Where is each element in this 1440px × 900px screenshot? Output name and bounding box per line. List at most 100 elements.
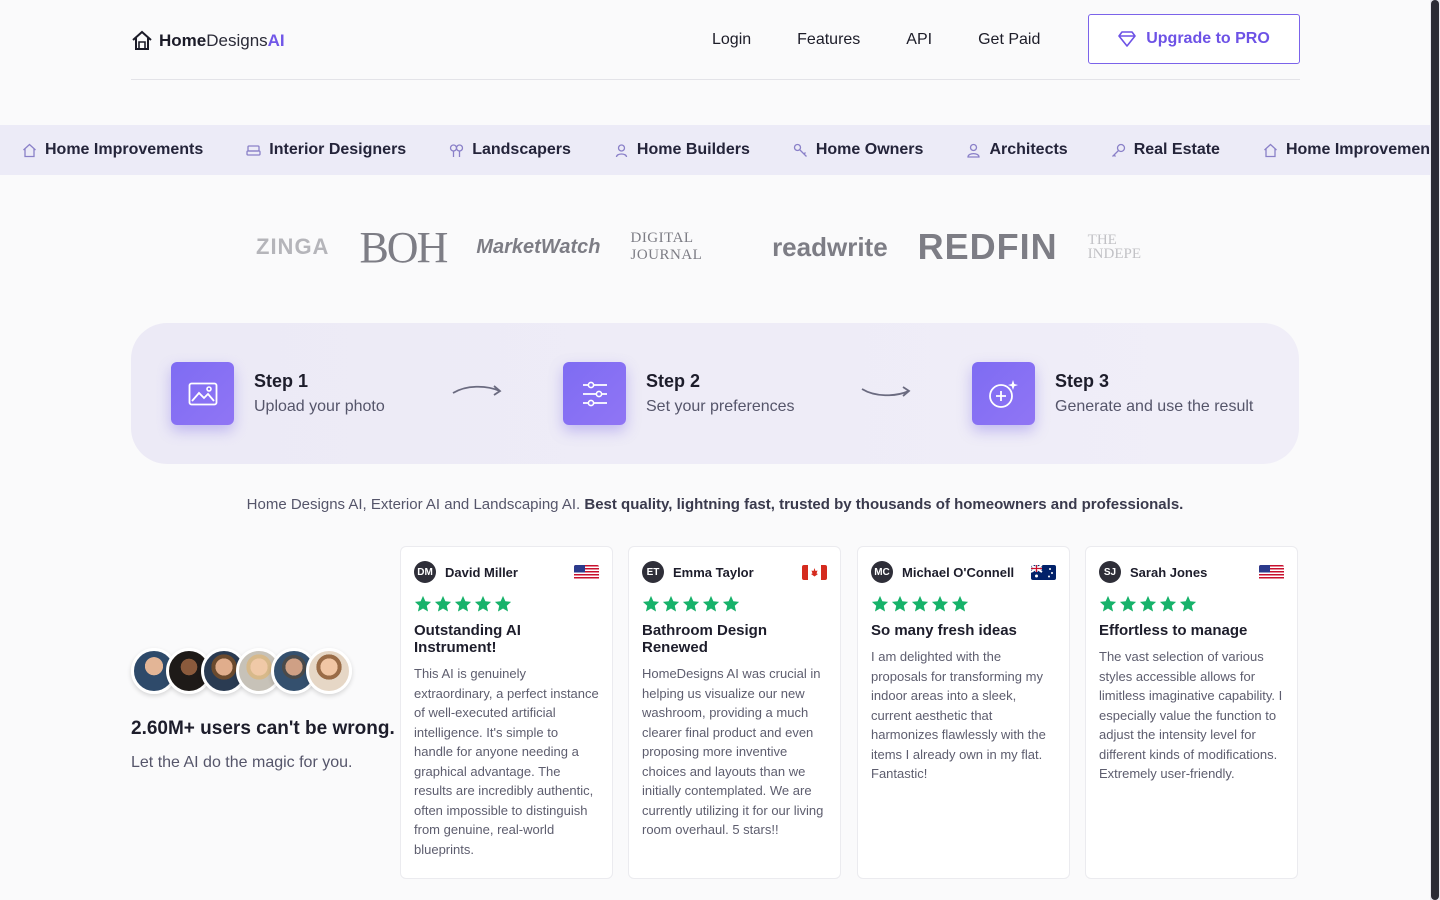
review-card: ET Emma Taylor Bathroom Design Renewed H… (628, 546, 841, 879)
nav-api[interactable]: API (906, 31, 932, 49)
nav-features[interactable]: Features (797, 31, 860, 49)
category-label: Home Owners (815, 141, 924, 158)
star-icon (494, 595, 512, 612)
step-title: Step 3 (1055, 371, 1110, 391)
star-icon (454, 595, 472, 612)
category-architects[interactable]: Architects (966, 141, 1068, 159)
reviewer-initials: ET (642, 561, 664, 583)
category-label: Real Estate (1133, 141, 1220, 158)
nav-login[interactable]: Login (712, 31, 751, 49)
star-icon (1099, 595, 1117, 612)
scrollbar-thumb[interactable] (1431, 0, 1439, 900)
step-text: Set your preferences (646, 398, 795, 415)
page-scrollbar[interactable] (1430, 0, 1440, 900)
category-label: Home Builders (636, 141, 750, 158)
review-title: Effortless to manage (1099, 622, 1248, 639)
reviewer-name: Sarah Jones (1130, 564, 1208, 580)
logo-home: Home (159, 31, 207, 50)
star-icon (662, 595, 680, 612)
review-card: DM David Miller Outstanding AI Instrumen… (400, 546, 613, 879)
star-icon (434, 595, 452, 612)
review-card: SJ Sarah Jones Effortless to manage The … (1085, 546, 1298, 879)
logo-designs: Designs (206, 31, 268, 50)
category-interior-designers[interactable]: Interior Designers (246, 141, 406, 159)
sliders-icon (563, 362, 626, 425)
category-home-improvements[interactable]: Home Improvements (22, 141, 203, 159)
star-icon (702, 595, 720, 612)
canada-flag-icon (802, 564, 827, 580)
diamond-icon (1118, 31, 1137, 47)
tagline-bold: Best quality, lightning fast, trusted by… (584, 496, 1184, 513)
reviewer-name: Emma Taylor (673, 564, 754, 580)
nav-get-paid[interactable]: Get Paid (978, 31, 1040, 49)
star-icon (911, 595, 929, 612)
star-rating (414, 595, 599, 613)
house-icon (1263, 143, 1278, 158)
review-card: MC Michael O'Connell So many fresh ideas… (857, 546, 1070, 879)
star-rating (1099, 595, 1284, 613)
category-strip: Home Improvements Interior Designers Lan… (0, 125, 1430, 175)
upgrade-button[interactable]: Upgrade to PRO (1088, 14, 1300, 64)
press-logo-redfin: REDFIN (917, 226, 1058, 267)
category-label: Architects (989, 141, 1068, 158)
review-body: HomeDesigns AI was crucial in helping us… (642, 666, 824, 837)
step-1: Step 1 Upload your photo (171, 362, 385, 425)
arrow-right-icon (861, 386, 911, 397)
step-3: Step 3 Generate and use the result (972, 362, 1253, 425)
user-count: 2.60M+ users can't be wrong. (131, 718, 395, 739)
star-icon (1119, 595, 1137, 612)
star-rating (642, 595, 827, 613)
category-landscapers[interactable]: Landscapers (449, 141, 571, 159)
sparkle-add-icon (972, 362, 1035, 425)
star-icon (871, 595, 889, 612)
tagline: Home Designs AI, Exterior AI and Landsca… (0, 496, 1430, 513)
sofa-icon (246, 143, 261, 158)
star-icon (682, 595, 700, 612)
users-block: 2.60M+ users can't be wrong. Let the AI … (131, 648, 395, 772)
image-upload-icon (171, 362, 234, 425)
category-label: Landscapers (472, 141, 571, 158)
star-icon (1139, 595, 1157, 612)
reviewer-initials: SJ (1099, 561, 1121, 583)
review-title: Outstanding AI Instrument! (414, 622, 521, 656)
category-home-owners[interactable]: Home Owners (793, 141, 924, 159)
review-title: So many fresh ideas (871, 622, 1017, 639)
star-rating (871, 595, 1056, 613)
star-icon (931, 595, 949, 612)
upgrade-label: Upgrade to PRO (1146, 30, 1270, 47)
architect-icon (966, 143, 981, 158)
review-body: I am delighted with the proposals for tr… (871, 649, 1046, 781)
logo-ai: AI (267, 31, 285, 50)
trees-icon (449, 143, 464, 158)
category-label: Home Improvements (1285, 141, 1430, 158)
review-body: The vast selection of various styles acc… (1099, 649, 1283, 781)
press-logo-boh: BOH (359, 222, 448, 272)
press-logos: ZINGA BOH MarketWatch DIGITAL JOURNAL re… (256, 222, 1171, 272)
independent-line-1: THE (1087, 232, 1117, 248)
arrow-right-icon (452, 385, 502, 396)
steps-panel: Step 1 Upload your photo Step 2 Set your… (131, 323, 1299, 464)
australia-flag-icon (1031, 564, 1056, 580)
tagline-plain: Home Designs AI, Exterior AI and Landsca… (246, 496, 585, 513)
category-home-improvements-repeat[interactable]: Home Improvements (1263, 141, 1430, 159)
builder-icon (614, 143, 629, 158)
step-title: Step 1 (254, 371, 309, 391)
us-flag-icon (1259, 564, 1284, 580)
reviewer-name: Michael O'Connell (902, 564, 1015, 580)
star-icon (1159, 595, 1177, 612)
review-body: This AI is genuinely extraordinary, a pe… (414, 666, 599, 857)
step-2: Step 2 Set your preferences (563, 362, 795, 425)
star-icon (474, 595, 492, 612)
step-text: Upload your photo (254, 398, 385, 415)
reviewer-initials: DM (414, 561, 436, 583)
main-nav: Login Features API Get Paid (712, 31, 1040, 49)
press-logo-digital-journal: DIGITAL JOURNAL (630, 230, 703, 263)
logo[interactable]: HomeDesignsAI (131, 30, 285, 52)
category-real-estate[interactable]: Real Estate (1111, 141, 1220, 159)
reviewer-name: David Miller (445, 564, 518, 580)
us-flag-icon (574, 564, 599, 580)
star-icon (414, 595, 432, 612)
independent-line-2: INDEPE (1087, 246, 1141, 262)
category-home-builders[interactable]: Home Builders (614, 141, 750, 159)
star-icon (951, 595, 969, 612)
